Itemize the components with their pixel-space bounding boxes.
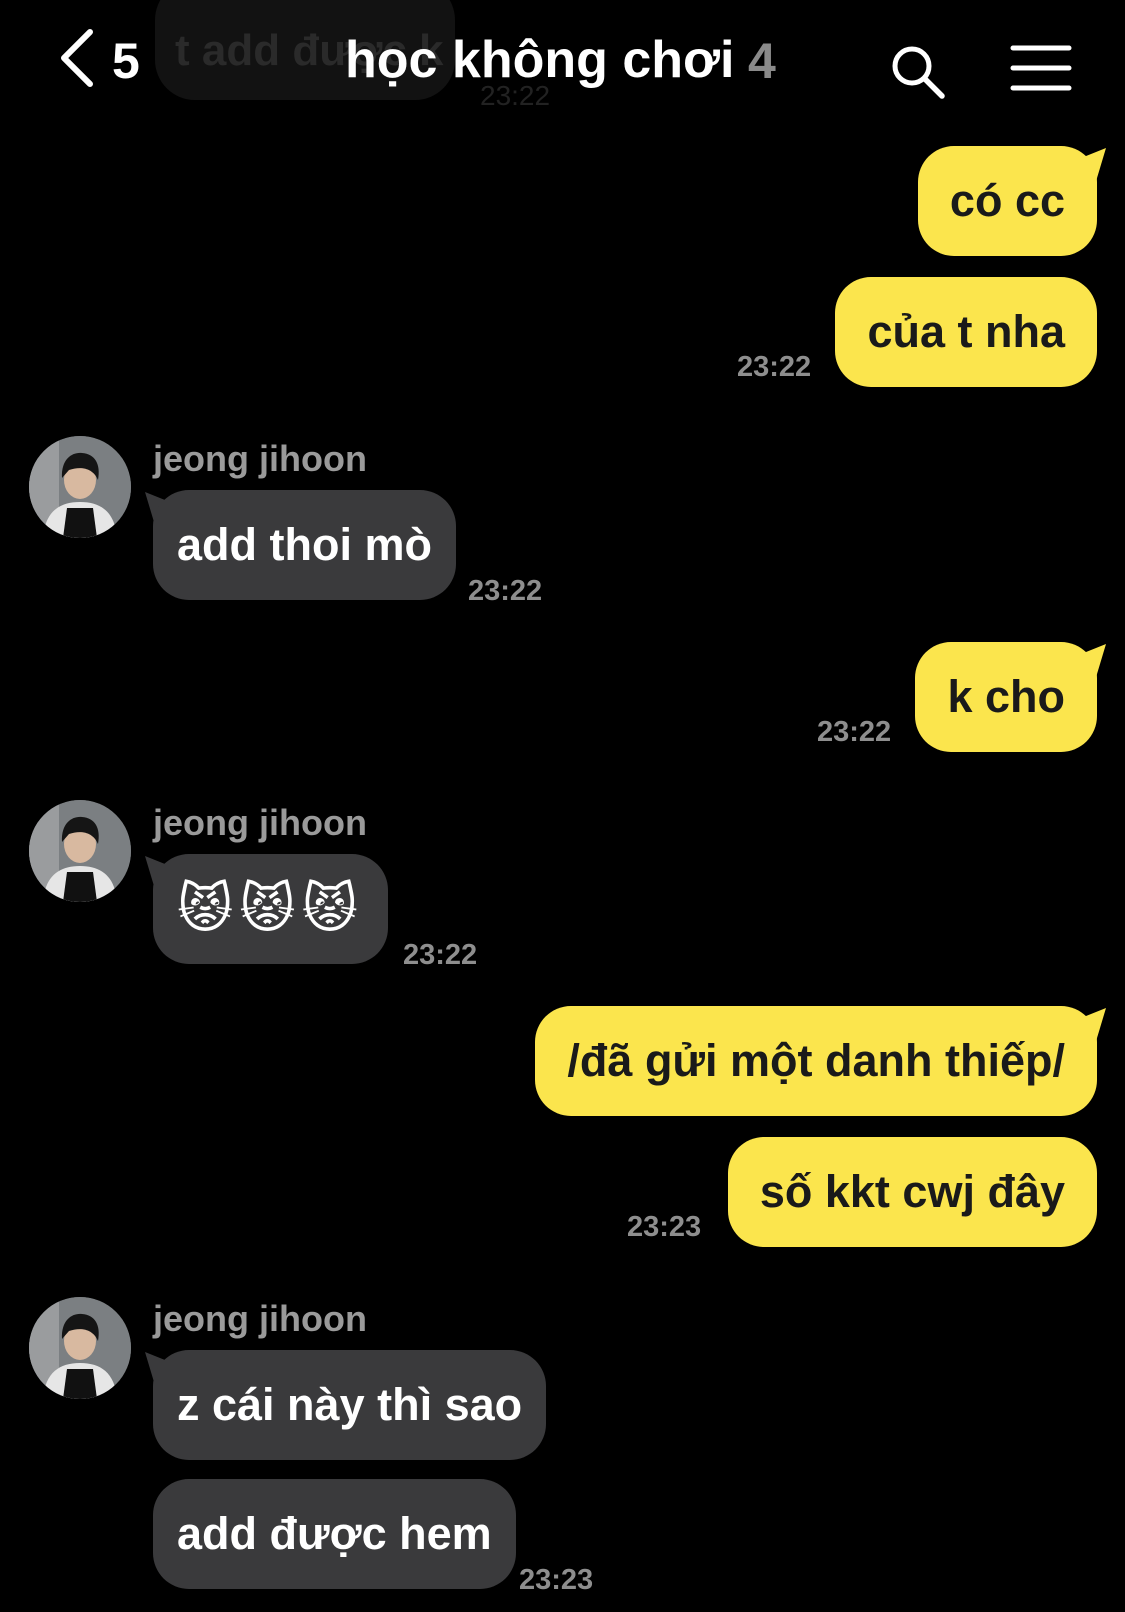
chat-title: học không chơi (345, 31, 735, 89)
sender-name: jeong jihoon (153, 438, 367, 479)
message-time: 23:23 (519, 1564, 594, 1596)
message-time: 23:22 (468, 575, 543, 607)
my-message-bubble[interactable]: số kkt cwj đây (727, 1137, 1097, 1247)
my-message-bubble[interactable]: của t nha (835, 277, 1097, 387)
my-message-bubble[interactable]: có cc (917, 146, 1097, 256)
avatar-photo (29, 436, 131, 538)
back-icon[interactable] (58, 28, 98, 88)
search-icon[interactable] (890, 44, 946, 100)
unread-count[interactable]: 5 (112, 32, 140, 90)
message-time: 23:22 (403, 939, 478, 971)
avatar[interactable] (29, 800, 131, 902)
message-time: 23:22 (737, 351, 812, 383)
their-message-bubble[interactable]: add được hem (153, 1479, 516, 1589)
sender-name: jeong jihoon (153, 1298, 367, 1339)
my-message-bubble[interactable]: k cho (915, 642, 1097, 752)
message-time: 23:22 (817, 716, 892, 748)
avatar-photo (29, 800, 131, 902)
menu-icon[interactable] (1010, 44, 1072, 92)
sender-name: jeong jihoon (153, 802, 367, 843)
avatar[interactable] (29, 1297, 131, 1399)
my-message-bubble[interactable]: /đã gửi một danh thiếp/ (535, 1006, 1097, 1116)
avatar-photo (29, 1297, 131, 1399)
message-time: 23:23 (627, 1211, 702, 1243)
chat-header: t add được k 23:22 5 học không chơi 4 (0, 0, 1125, 130)
avatar[interactable] (29, 436, 131, 538)
their-message-bubble[interactable]: 😾😾😾 (153, 854, 388, 964)
their-message-bubble[interactable]: add thoi mò (153, 490, 456, 600)
their-message-bubble[interactable]: z cái này thì sao (153, 1350, 547, 1460)
chat-screen: t add được k 23:22 5 học không chơi 4 có… (0, 0, 1125, 1612)
member-count: 4 (748, 33, 776, 89)
